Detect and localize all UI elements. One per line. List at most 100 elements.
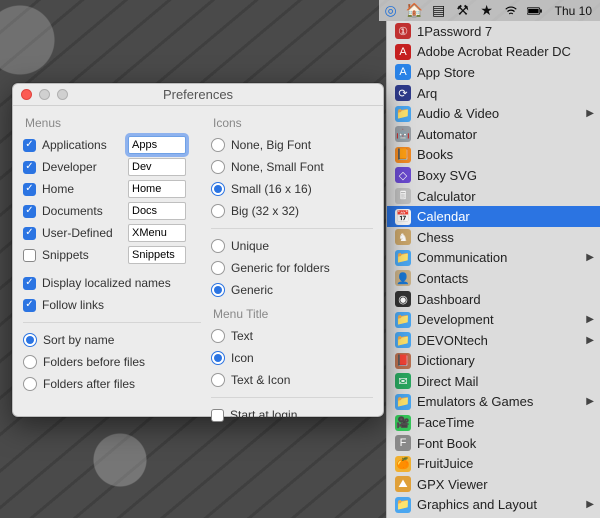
window-minimize-button[interactable] xyxy=(39,89,50,100)
docs-menu-icon[interactable]: ▤ xyxy=(431,3,447,19)
developer-label: Developer xyxy=(42,160,122,174)
icons-none-small-radio[interactable] xyxy=(211,160,225,174)
menu-item-label: Dictionary xyxy=(417,353,475,368)
home-menu-icon[interactable]: 🏠 xyxy=(407,3,423,19)
window-zoom-button[interactable] xyxy=(57,89,68,100)
menu-item-app-store[interactable]: AApp Store xyxy=(387,62,600,83)
icons-generic-label: Generic xyxy=(231,283,273,297)
menubar: ◎ 🏠 ▤ ⚒ ★ Thu 10 xyxy=(379,0,600,21)
snippets-checkbox[interactable] xyxy=(23,249,36,262)
menu-item-calendar[interactable]: 📅 Calendar xyxy=(387,206,600,227)
applications-checkbox[interactable] xyxy=(23,139,36,152)
menu-item-calculator[interactable]: 🖩Calculator xyxy=(387,186,600,207)
menu-title-icon-radio[interactable] xyxy=(211,351,225,365)
apple-menu-icon[interactable]: ◎ xyxy=(383,3,399,19)
menu-item-dashboard[interactable]: ◉Dashboard xyxy=(387,289,600,310)
menu-title-texticon-radio[interactable] xyxy=(211,373,225,387)
developer-field[interactable] xyxy=(128,158,186,176)
app-icon: 🤖 xyxy=(395,126,411,142)
menu-item-label: Calendar xyxy=(417,209,470,224)
user-defined-field[interactable] xyxy=(128,224,186,242)
submenu-arrow-icon: ▶ xyxy=(586,108,594,119)
icons-none-big-radio[interactable] xyxy=(211,138,225,152)
menu-item-dictionary[interactable]: 📕Dictionary xyxy=(387,351,600,372)
wifi-icon[interactable] xyxy=(503,3,519,19)
menu-item-arq[interactable]: ⟳Arq xyxy=(387,83,600,104)
developer-checkbox[interactable] xyxy=(23,161,36,174)
icons-generic-radio[interactable] xyxy=(211,283,225,297)
icons-big-radio[interactable] xyxy=(211,204,225,218)
display-localized-checkbox[interactable] xyxy=(23,277,36,290)
app-icon: 📅 xyxy=(395,209,411,225)
menu-item-devontech[interactable]: 📁DEVONtech▶ xyxy=(387,330,600,351)
menu-item-label: Contacts xyxy=(417,271,468,286)
snippets-field[interactable] xyxy=(128,246,186,264)
menu-item-label: Books xyxy=(417,147,453,162)
menu-item-font-book[interactable]: F Font Book xyxy=(387,433,600,454)
menu-item-direct-mail[interactable]: ✉Direct Mail xyxy=(387,371,600,392)
app-icon: ◇ xyxy=(395,167,411,183)
menubar-clock[interactable]: Thu 10 xyxy=(551,4,596,18)
documents-checkbox[interactable] xyxy=(23,205,36,218)
menu-title-text-label: Text xyxy=(231,329,253,343)
window-titlebar[interactable]: Preferences xyxy=(13,84,383,106)
menu-item-gpx-viewer[interactable]: ⛰ GPX Viewer xyxy=(387,474,600,495)
menu-item-graphics-and-layout[interactable]: 📁Graphics and Layout▶ xyxy=(387,495,600,516)
menu-item-communication[interactable]: 📁Communication▶ xyxy=(387,248,600,269)
menu-title-texticon-label: Text & Icon xyxy=(231,373,290,387)
menu-item-boxy-svg[interactable]: ◇Boxy SVG xyxy=(387,165,600,186)
start-at-login-checkbox[interactable] xyxy=(211,409,224,422)
star-menu-icon[interactable]: ★ xyxy=(479,3,495,19)
menu-item-label: Calculator xyxy=(417,189,476,204)
menu-item-automator[interactable]: 🤖Automator xyxy=(387,124,600,145)
documents-label: Documents xyxy=(42,204,122,218)
icons-unique-radio[interactable] xyxy=(211,239,225,253)
icons-generic-folders-radio[interactable] xyxy=(211,261,225,275)
dev-menu-icon[interactable]: ⚒ xyxy=(455,3,471,19)
menu-item-facetime[interactable]: 🎥FaceTime xyxy=(387,412,600,433)
menu-item-label: GPX Viewer xyxy=(417,477,488,492)
app-icon: F xyxy=(395,435,411,451)
menu-item-audio-video[interactable]: 📁Audio & Video▶ xyxy=(387,103,600,124)
icons-small-radio[interactable] xyxy=(211,182,225,196)
app-icon: ◉ xyxy=(395,291,411,307)
menu-item-label: Font Book xyxy=(417,436,476,451)
menu-title-text-radio[interactable] xyxy=(211,329,225,343)
battery-icon[interactable] xyxy=(527,3,543,19)
applications-field[interactable] xyxy=(128,136,186,154)
menu-item-adobe-acrobat-reader-dc[interactable]: AAdobe Acrobat Reader DC xyxy=(387,42,600,63)
menu-item-label: Graphics and Layout xyxy=(417,497,537,512)
menu-title-icon-label: Icon xyxy=(231,351,254,365)
home-checkbox[interactable] xyxy=(23,183,36,196)
home-field[interactable] xyxy=(128,180,186,198)
menu-item-1password-7[interactable]: ①1Password 7 xyxy=(387,21,600,42)
app-icon: 📁 xyxy=(395,394,411,410)
folders-before-radio[interactable] xyxy=(23,355,37,369)
menus-group-label: Menus xyxy=(25,116,201,130)
documents-field[interactable] xyxy=(128,202,186,220)
menu-item-books[interactable]: 📙 Books xyxy=(387,145,600,166)
follow-links-checkbox[interactable] xyxy=(23,299,36,312)
menu-item-label: Chess xyxy=(417,230,454,245)
applications-label: Applications xyxy=(42,138,122,152)
window-title: Preferences xyxy=(13,87,383,102)
menu-item-label: Communication xyxy=(417,250,507,265)
app-icon: 👤 xyxy=(395,270,411,286)
sort-by-name-radio[interactable] xyxy=(23,333,37,347)
sort-by-name-label: Sort by name xyxy=(43,333,114,347)
menu-item-chess[interactable]: ♞Chess xyxy=(387,227,600,248)
window-close-button[interactable] xyxy=(21,89,32,100)
user-defined-checkbox[interactable] xyxy=(23,227,36,240)
app-icon: 📙 xyxy=(395,147,411,163)
app-icon: 🎥 xyxy=(395,415,411,431)
menu-item-contacts[interactable]: 👤 Contacts xyxy=(387,268,600,289)
app-icon: ⛰ xyxy=(395,476,411,492)
menu-item-label: Direct Mail xyxy=(417,374,478,389)
app-icon: 📁 xyxy=(395,106,411,122)
folders-after-radio[interactable] xyxy=(23,377,37,391)
user-defined-label: User-Defined xyxy=(42,226,122,240)
menu-item-emulators-games[interactable]: 📁Emulators & Games▶ xyxy=(387,392,600,413)
menu-item-development[interactable]: 📁Development▶ xyxy=(387,309,600,330)
menu-item-fruitjuice[interactable]: 🍊FruitJuice xyxy=(387,453,600,474)
app-icon: 📁 xyxy=(395,497,411,513)
